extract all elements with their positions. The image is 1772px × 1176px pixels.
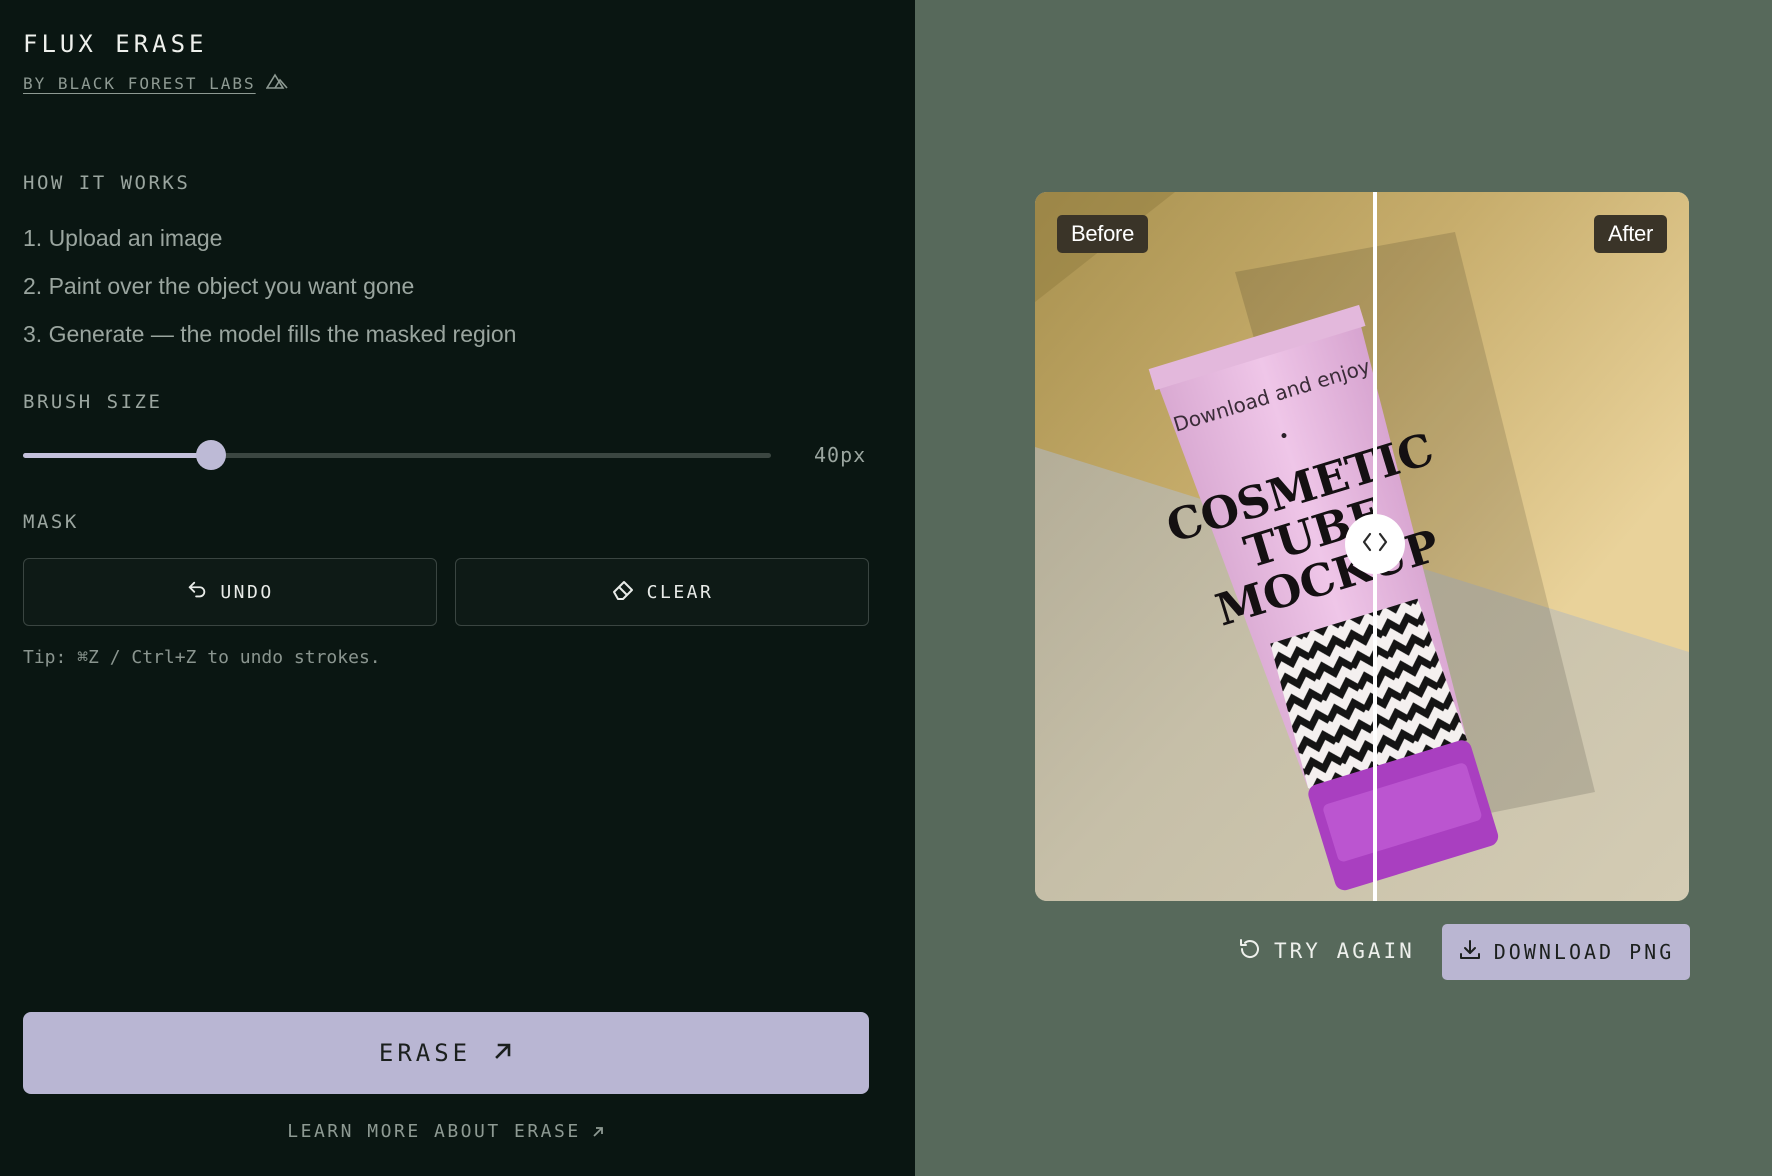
arrow-up-right-icon (591, 1125, 605, 1139)
step-item: 2. Paint over the object you want gone (23, 273, 415, 299)
erase-label: ERASE (378, 1039, 472, 1067)
slider-thumb[interactable] (196, 440, 226, 470)
clear-label: CLEAR (646, 581, 714, 603)
arrow-up-right-icon (493, 1039, 513, 1067)
steps-list: 1. Upload an image 2. Paint over the obj… (23, 220, 516, 364)
try-again-label: TRY AGAIN (1274, 939, 1415, 963)
app-title: FLUX ERASE (23, 30, 208, 58)
how-it-works-heading: HOW IT WORKS (23, 172, 191, 194)
erase-button[interactable]: ERASE (23, 1012, 869, 1094)
clear-button[interactable]: CLEAR (455, 558, 869, 626)
undo-tip: Tip: ⌘Z / Ctrl+Z to undo strokes. (23, 647, 381, 668)
download-icon (1458, 938, 1482, 967)
step-item: 3. Generate — the model fills the masked… (23, 321, 517, 347)
download-label: DOWNLOAD PNG (1493, 940, 1675, 964)
slider-fill (23, 453, 211, 458)
eraser-icon (611, 579, 635, 606)
undo-label: UNDO (220, 581, 274, 603)
chevrons-left-right-icon (1360, 531, 1390, 557)
control-panel: FLUX ERASE BY BLACK FOREST LABS HOW IT W… (0, 0, 915, 1176)
undo-icon (186, 579, 208, 606)
brush-size-slider[interactable] (23, 440, 771, 470)
before-label: Before (1057, 215, 1149, 253)
mask-heading: MASK (23, 511, 79, 533)
refresh-icon (1238, 937, 1262, 966)
brand-link[interactable]: BY BLACK FOREST LABS (23, 73, 288, 93)
undo-button[interactable]: UNDO (23, 558, 437, 626)
brush-size-value: 40px (814, 443, 867, 467)
preview-panel: Download and enjoy COSMETIC TUBE MOCKUP … (915, 0, 1772, 1176)
step-item: 1. Upload an image (23, 225, 223, 251)
bfl-logo-icon (265, 73, 288, 93)
before-after-comparison[interactable]: Download and enjoy COSMETIC TUBE MOCKUP … (1035, 192, 1689, 901)
learn-more-label: LEARN MORE ABOUT ERASE (287, 1121, 581, 1142)
comparison-handle[interactable] (1345, 514, 1405, 574)
learn-more-link[interactable]: LEARN MORE ABOUT ERASE (0, 1121, 892, 1142)
download-png-button[interactable]: DOWNLOAD PNG (1442, 924, 1690, 980)
try-again-button[interactable]: TRY AGAIN (1238, 923, 1415, 979)
brand-subtitle: BY BLACK FOREST LABS (23, 73, 256, 93)
after-label: After (1594, 215, 1667, 253)
brush-size-heading: BRUSH SIZE (23, 391, 163, 413)
